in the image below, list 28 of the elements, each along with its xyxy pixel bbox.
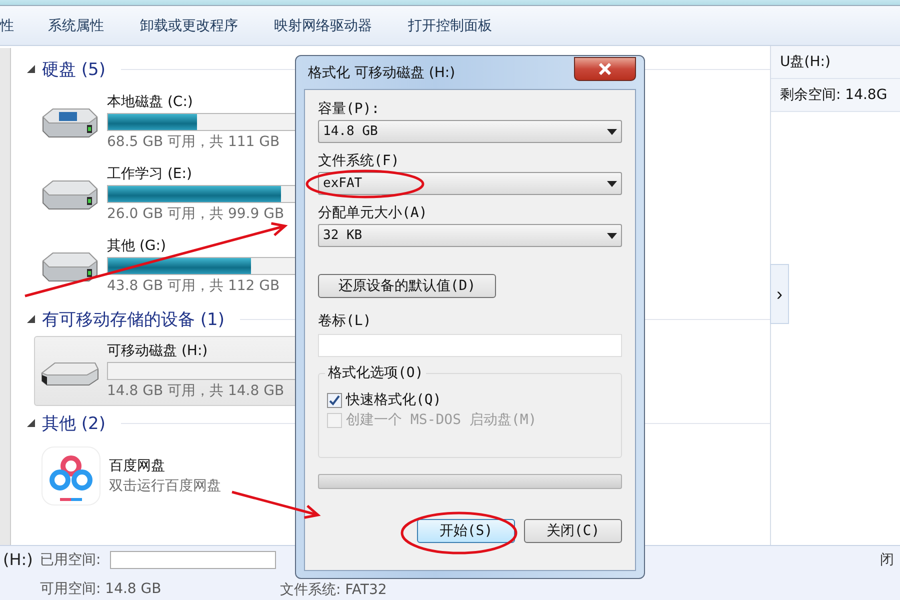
status-drive: (H:): [3, 550, 34, 569]
drive-reading: 双击运行百度网盘: [109, 477, 221, 495]
drive-reading: 68.5 GB 可用，共 111 GB: [107, 133, 280, 151]
details-title: U盘(H:): [771, 46, 900, 79]
drive-name: 工作学习 (E:): [107, 165, 192, 183]
status-filesystem: 文件系统: FAT32: [280, 581, 387, 600]
field-label: 文件系统(F): [318, 152, 400, 171]
group-header: 有可移动存储的设备 (1): [42, 308, 224, 330]
drive-name: 百度网盘: [109, 457, 165, 475]
status-free-space: 可用空间: 14.8 GB: [40, 580, 162, 599]
status-text: 闭: [880, 550, 895, 568]
details-free-space: 剩余空间: 14.8G: [771, 79, 900, 112]
status-label: 已用空间:: [40, 550, 102, 568]
drive-name: 可移动磁盘 (H:): [107, 342, 208, 360]
drive-name: 本地磁盘 (C:): [107, 93, 193, 111]
field-label: 容量(P):: [318, 100, 380, 119]
checkbox-label: 创建一个 MS-DOS 启动盘(M): [346, 411, 537, 429]
group-header: 硬盘 (5): [42, 58, 106, 80]
drive-reading: 43.8 GB 可用，共 112 GB: [107, 277, 280, 295]
checkbox-label: 快速格式化(Q): [346, 391, 442, 409]
group-header: 其他 (2): [42, 412, 106, 434]
drive-reading: 26.0 GB 可用，共 99.9 GB: [107, 205, 284, 223]
field-label: 分配单元大小(A): [318, 204, 428, 223]
drive-reading: 14.8 GB 可用，共 14.8 GB: [107, 382, 284, 400]
field-label: 卷标(L): [318, 312, 372, 331]
drive-name: 其他 (G:): [107, 237, 166, 255]
group-title: 格式化选项(O): [325, 364, 426, 382]
dialog-title: 格式化 可移动磁盘 (H:): [307, 64, 456, 82]
